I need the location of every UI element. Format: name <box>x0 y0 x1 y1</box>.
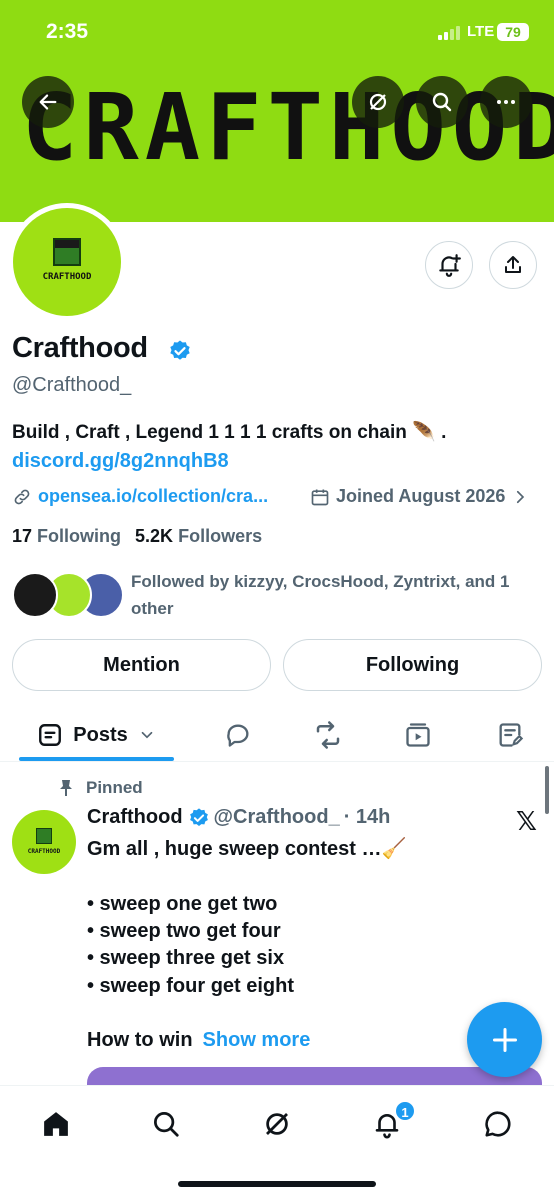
pinned-label: Pinned <box>58 778 143 798</box>
website-text[interactable]: opensea.io/collection/cra... <box>38 486 268 507</box>
profile-tabs: Posts <box>0 708 554 762</box>
tab-posts[interactable]: Posts <box>19 708 174 762</box>
profile-bio: Build , Craft , Legend 1 1 1 1 crafts on… <box>12 422 447 443</box>
status-time: 2:35 <box>46 20 89 43</box>
tab-articles[interactable] <box>488 708 532 762</box>
grok-icon <box>369 93 387 111</box>
post-time[interactable]: · 14h <box>344 806 391 829</box>
more-icon <box>497 100 515 104</box>
article-icon <box>499 723 524 747</box>
profile-avatar[interactable]: CRAFTHOOD <box>8 203 126 321</box>
following-count: 17 <box>12 526 33 546</box>
post-avatar-face <box>36 828 52 844</box>
back-button[interactable] <box>22 76 74 128</box>
tab-posts-label: Posts <box>73 723 128 746</box>
verified-badge-icon[interactable] <box>168 339 192 363</box>
nav-search[interactable] <box>146 1104 186 1144</box>
plus-icon <box>492 1027 517 1052</box>
tab-active-indicator <box>19 757 174 761</box>
pin-icon <box>60 780 72 796</box>
avatar-logo-text: CRAFTHOOD <box>42 272 92 282</box>
x-logo-icon: 𝕏 <box>516 806 537 836</box>
more-button[interactable] <box>480 76 532 128</box>
nav-home[interactable] <box>36 1104 76 1144</box>
post-bullet: • sweep two get four <box>87 920 281 942</box>
tab-replies[interactable] <box>216 708 260 762</box>
search-button[interactable] <box>416 76 468 128</box>
calendar-icon <box>311 489 329 505</box>
display-name: Crafthood <box>12 332 148 364</box>
post-text-line: How to win Show more <box>87 1029 310 1052</box>
banner-text: CRAFTHOOD <box>22 74 554 181</box>
search-icon <box>154 1112 179 1137</box>
post-author-name[interactable]: Crafthood <box>87 806 183 829</box>
signal-icon <box>438 26 462 40</box>
post-bullet: • sweep one get two <box>87 893 278 915</box>
followers-label: Followers <box>178 526 263 546</box>
post-avatar-logo-text: CRAFTHOOD <box>27 848 61 855</box>
following-label: Following <box>37 526 122 546</box>
status-bar: 2:35 LTE 79 <box>0 0 554 64</box>
search-icon <box>432 92 452 112</box>
notifications-badge: 1 <box>394 1100 416 1122</box>
home-indicator <box>178 1181 376 1187</box>
avatar-face-graphic <box>53 238 81 266</box>
posts-icon <box>39 724 62 746</box>
share-button[interactable] <box>489 241 537 289</box>
link-icon <box>14 489 30 504</box>
followed-by-text[interactable]: Followed by kizzyy, CrocsHood, Zyntrixt,… <box>131 568 531 622</box>
profile-meta: opensea.io/collection/cra... Joined Augu… <box>12 486 542 510</box>
grok-icon <box>266 1113 288 1135</box>
show-more-link[interactable]: Show more <box>203 1029 311 1051</box>
bio-link[interactable]: discord.gg/8g2nnqhB8 <box>12 450 229 473</box>
post-bullet: • sweep three get six <box>87 947 285 969</box>
how-to-win-text: How to win <box>87 1029 193 1051</box>
following-button[interactable]: Following <box>283 639 542 691</box>
grok-button[interactable] <box>352 76 404 128</box>
verified-badge-icon <box>189 807 208 826</box>
nav-grok[interactable] <box>257 1104 297 1144</box>
followers-count: 5.2K <box>135 526 174 546</box>
website-link[interactable]: opensea.io/collection/cra... <box>12 486 268 507</box>
compose-button[interactable] <box>467 1002 542 1077</box>
battery-level: 79 <box>505 24 521 40</box>
post-text-line: Gm all , huge sweep contest …🧹 <box>87 838 407 860</box>
chevron-down-icon <box>141 731 153 739</box>
home-icon <box>44 1112 68 1136</box>
followers-you-know-facepile[interactable] <box>12 572 124 620</box>
following-link[interactable]: 17 Following <box>12 526 121 546</box>
bell-plus-icon <box>439 254 461 277</box>
tab-media[interactable] <box>396 708 440 762</box>
scrollbar[interactable] <box>545 766 549 814</box>
chat-icon <box>485 1111 511 1137</box>
joined-date[interactable]: Joined August 2026 <box>310 486 529 507</box>
followers-link[interactable]: 5.2K Followers <box>135 526 262 546</box>
post-author-avatar[interactable]: CRAFTHOOD <box>12 810 76 874</box>
post-bullet: • sweep four get eight <box>87 975 295 997</box>
share-icon <box>505 256 521 273</box>
battery-icon: 79 <box>497 23 529 41</box>
nav-messages[interactable] <box>478 1104 518 1144</box>
avatar-image: CRAFTHOOD <box>13 208 121 316</box>
profile-handle: @Crafthood_ <box>12 374 132 396</box>
post-header: Crafthood @Crafthood_ · 14h <box>87 806 390 829</box>
avatar <box>12 572 58 618</box>
notify-button[interactable] <box>425 241 473 289</box>
tab-reposts[interactable] <box>306 708 350 762</box>
reply-icon <box>227 724 249 747</box>
arrow-left-icon <box>39 94 57 110</box>
mention-button[interactable]: Mention <box>12 639 271 691</box>
video-icon <box>406 723 430 747</box>
network-label: LTE <box>467 23 495 40</box>
chevron-right-icon <box>517 490 525 503</box>
pinned-text: Pinned <box>86 778 143 797</box>
post-author-handle[interactable]: @Crafthood_ <box>214 806 340 829</box>
repost-icon <box>316 721 340 749</box>
joined-text: Joined August 2026 <box>336 486 506 506</box>
follow-counts: 17 Following 5.2K Followers <box>12 526 262 547</box>
